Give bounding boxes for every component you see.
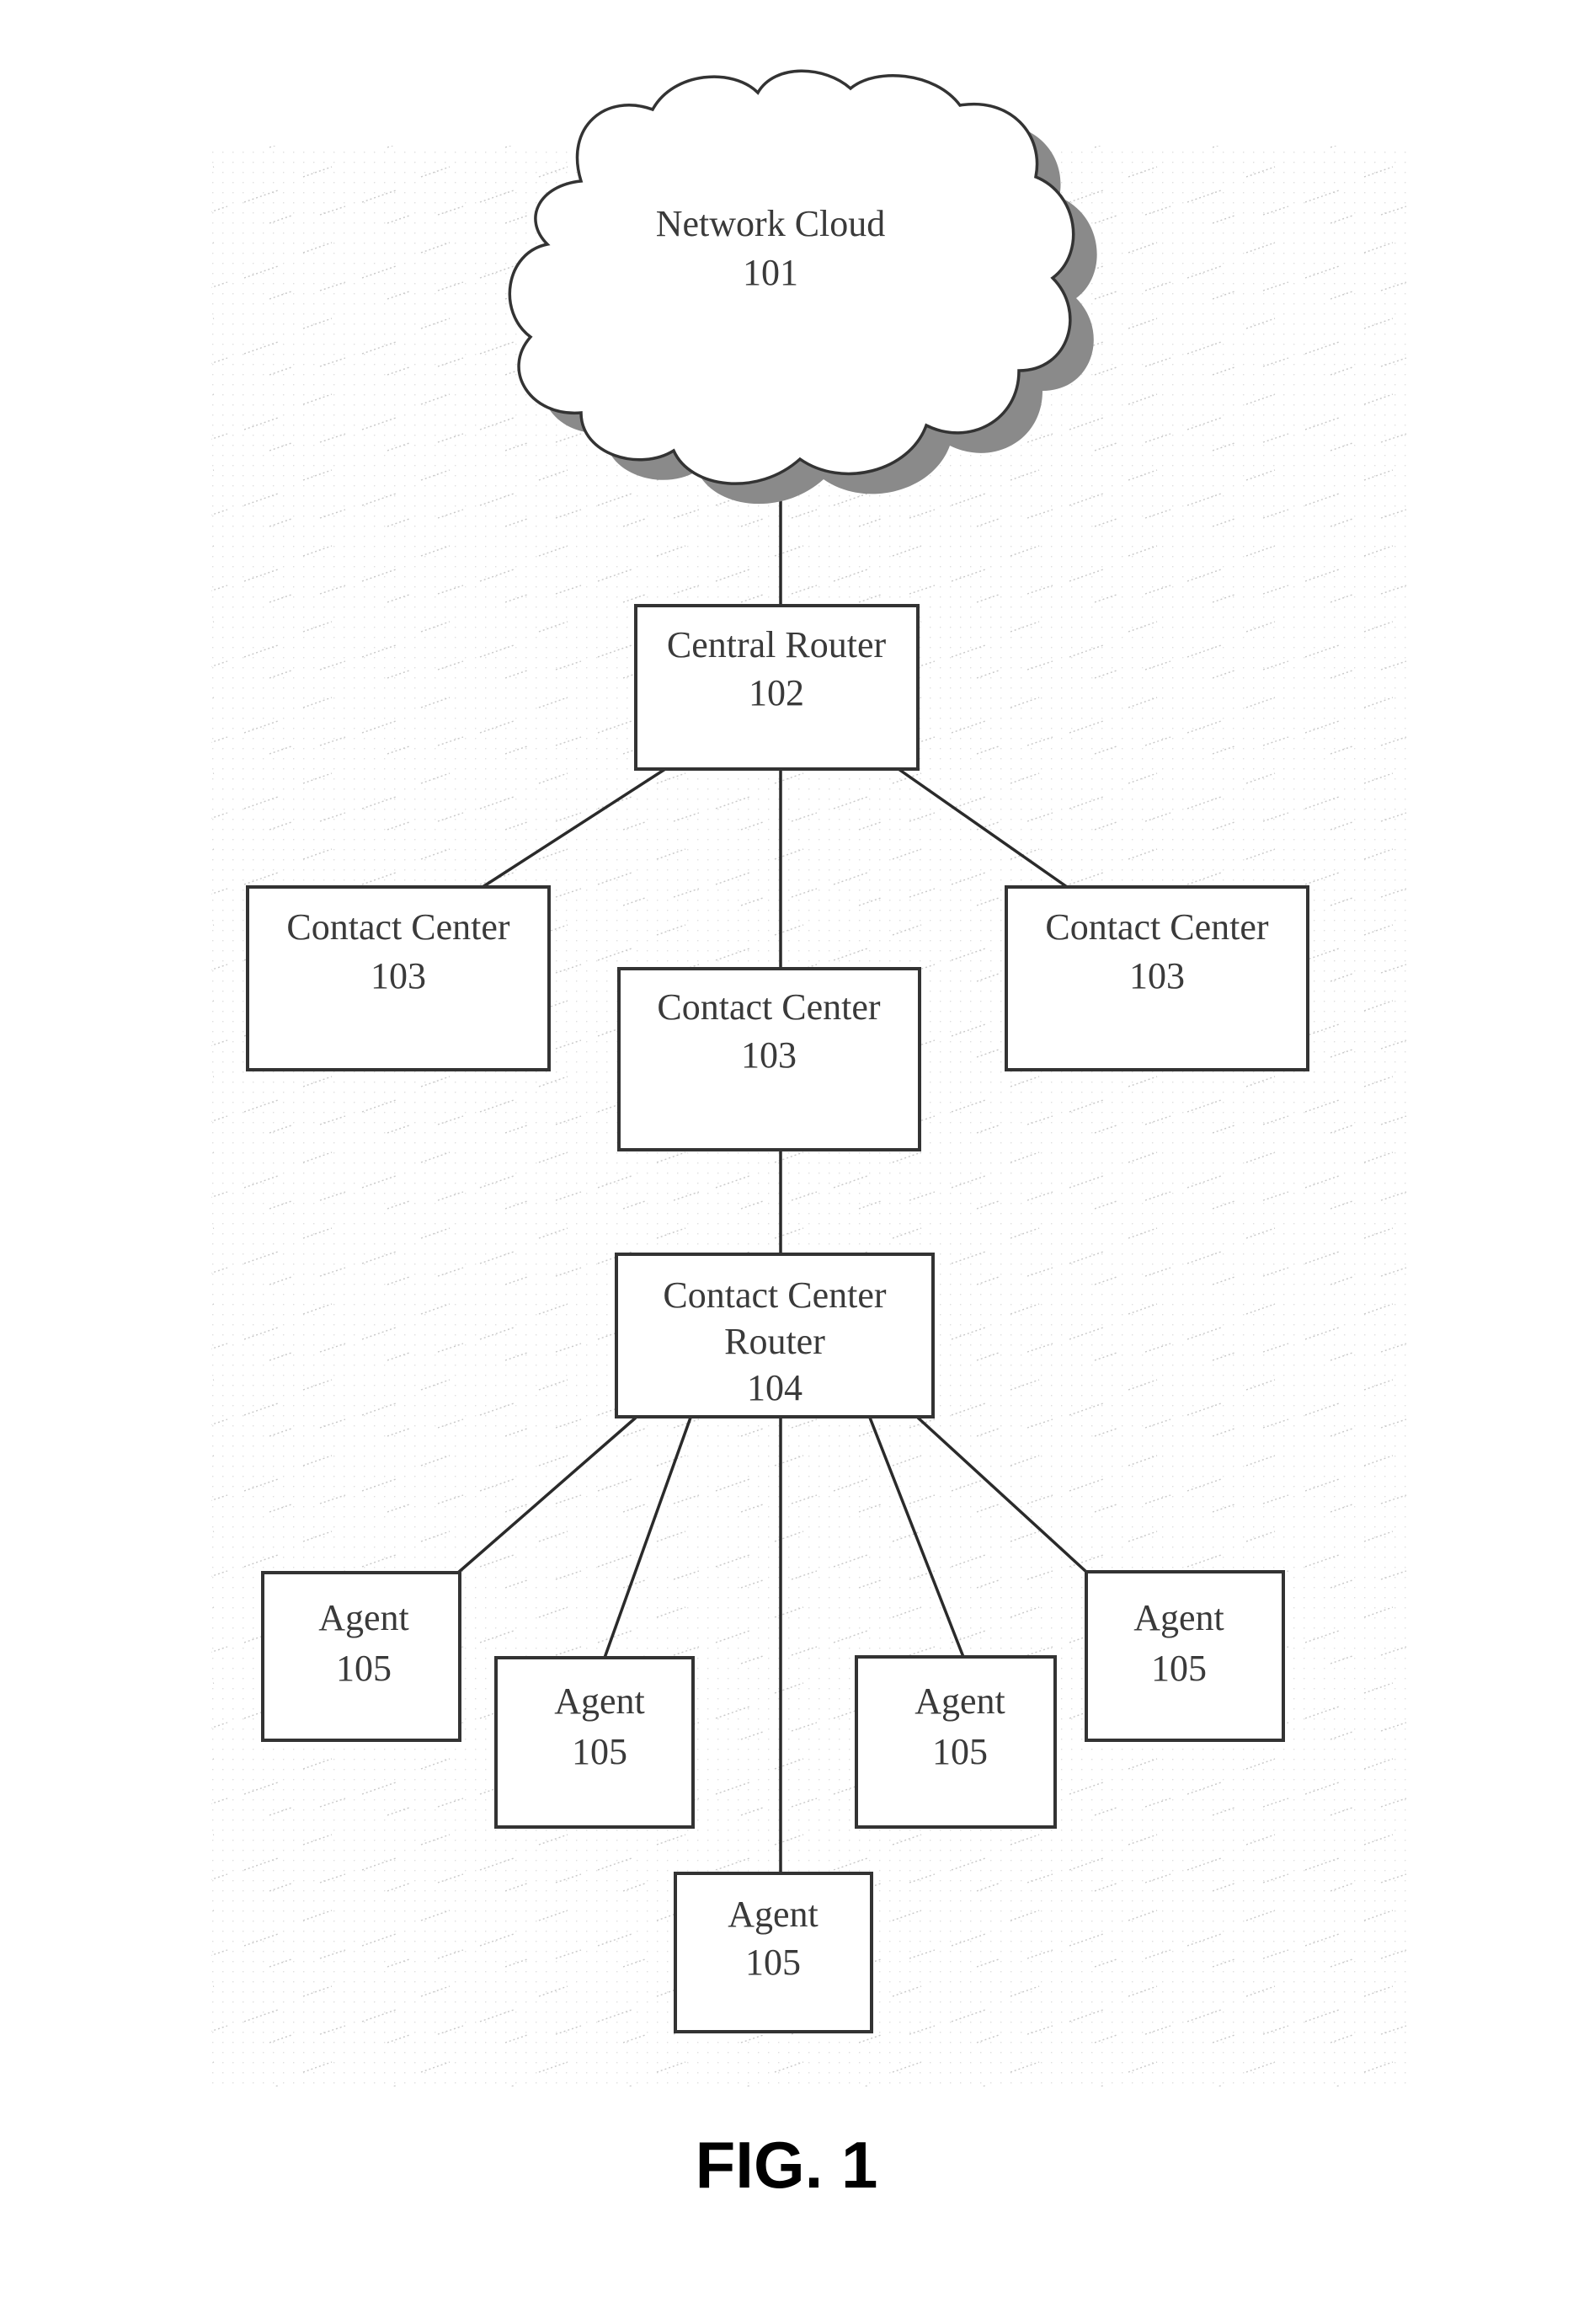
network-cloud-label: Network Cloud [656,203,886,244]
agent-1-node[interactable]: Agent 105 [261,1571,461,1742]
contact-center-router-label-line1: Contact Center [663,1274,886,1316]
agent-3-number: 105 [745,1942,801,1983]
agent-2-node[interactable]: Agent 105 [494,1656,695,1829]
agent-5-node[interactable]: Agent 105 [1085,1570,1285,1742]
central-router-number: 102 [749,672,804,713]
agent-4-label: Agent [914,1680,1005,1722]
contact-center-left-node[interactable]: Contact Center 103 [246,885,551,1071]
contact-center-router-number: 104 [747,1367,802,1408]
central-router-node[interactable]: Central Router 102 [634,604,920,771]
agent-4-number: 105 [932,1731,988,1772]
agent-4-node[interactable]: Agent 105 [855,1655,1057,1829]
contact-center-router-label-line2: Router [724,1321,825,1362]
agent-1-number: 105 [336,1648,392,1689]
agent-5-number: 105 [1151,1648,1207,1689]
contact-center-left-label: Contact Center [286,906,509,948]
contact-center-middle-number: 103 [741,1034,797,1076]
contact-center-right-label: Contact Center [1045,906,1268,948]
central-router-label: Central Router [667,624,887,665]
network-diagram: Network Cloud 101 Central Router 102 Con… [211,69,1410,2086]
agent-3-label: Agent [728,1894,818,1935]
agent-1-label: Agent [318,1597,409,1638]
network-cloud-number: 101 [743,252,798,293]
contact-center-right-number: 103 [1129,955,1185,996]
contact-center-router-node[interactable]: Contact Center Router 104 [615,1253,935,1418]
agent-3-node[interactable]: Agent 105 [674,1872,873,2033]
agent-2-number: 105 [572,1731,627,1772]
agent-5-label: Agent [1133,1597,1224,1638]
figure-label: FIG. 1 [695,2128,878,2202]
contact-center-right-node[interactable]: Contact Center 103 [1005,885,1309,1071]
contact-center-left-number: 103 [371,955,426,996]
agent-2-label: Agent [554,1680,645,1722]
contact-center-middle-node[interactable]: Contact Center 103 [617,967,921,1151]
contact-center-middle-label: Contact Center [657,986,880,1028]
network-cloud[interactable]: Network Cloud 101 [508,69,1097,505]
